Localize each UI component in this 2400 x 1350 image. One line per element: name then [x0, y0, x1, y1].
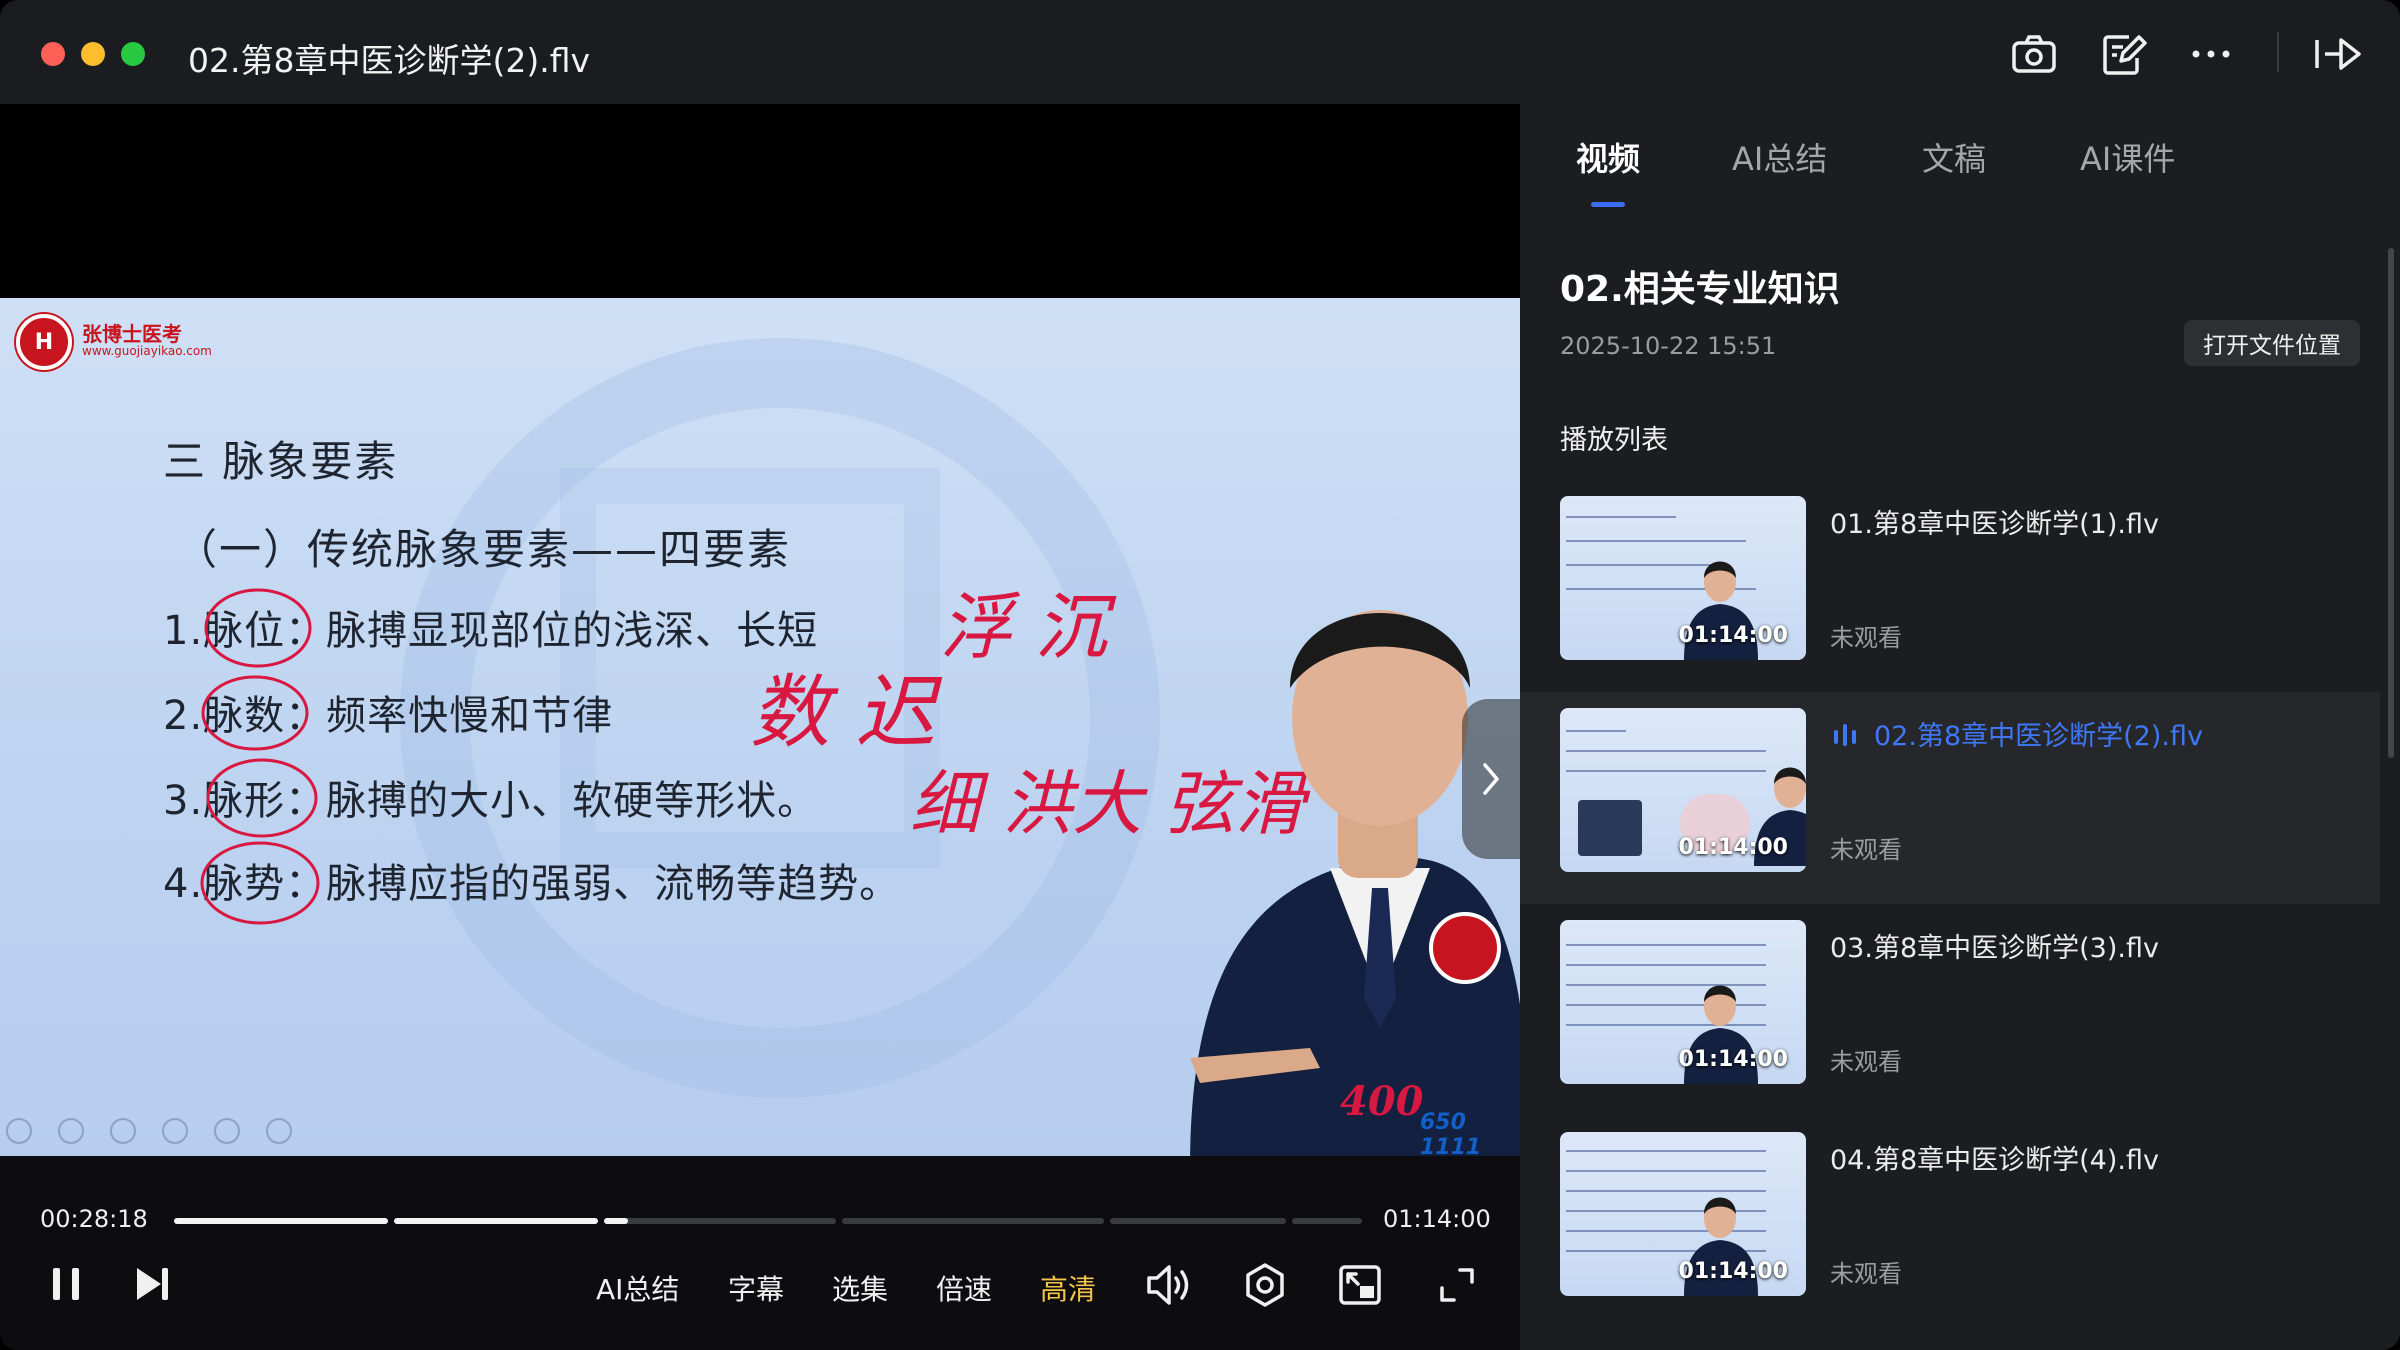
more-icon[interactable] — [2185, 28, 2237, 80]
chevron-right-icon — [1483, 763, 1499, 795]
edit-note-icon[interactable] — [2098, 28, 2150, 80]
volume-icon[interactable] — [1142, 1260, 1196, 1310]
chapter-segment[interactable] — [1110, 1218, 1286, 1224]
hotline-suffix: 650 1111 — [1420, 1110, 1482, 1156]
tab-video[interactable]: 视频 — [1576, 134, 1640, 180]
video-thumbnail: 01:14:00 — [1560, 708, 1806, 872]
playlist-item-title: 01.第8章中医诊断学(1).flv — [1830, 509, 2159, 540]
subtitles-button[interactable]: 字幕 — [728, 1268, 784, 1308]
collapse-panel-button[interactable] — [1462, 699, 1520, 859]
video-thumbnail: 01:14:00 — [1560, 1132, 1806, 1296]
tab-ai-courseware[interactable]: AI课件 — [2080, 134, 2175, 180]
open-file-location-button[interactable]: 打开文件位置 — [2184, 320, 2360, 366]
total-time: 01:14:00 — [1383, 1205, 1491, 1233]
hotline-number: 400 — [1340, 1078, 1424, 1125]
current-time: 00:28:18 — [40, 1205, 148, 1233]
slide-tool-icon — [214, 1118, 240, 1144]
slide-tool-icon — [58, 1118, 84, 1144]
slide-subtitle: （一）传统脉象要素——四要素 — [175, 525, 792, 574]
progress-fill — [604, 1218, 628, 1224]
slide-tool-icon — [6, 1118, 32, 1144]
ai-summary-button[interactable]: AI总结 — [596, 1268, 679, 1308]
side-panel: 视频 AI总结 文稿 AI课件 02.相关专业知识 2025-10-22 15:… — [1520, 104, 2400, 1350]
annotation-2: 数 迟 — [750, 666, 936, 759]
playlist-item[interactable]: 01:14:00 01.第8章中医诊断学(1).flv 未观看 — [1520, 480, 2380, 692]
folder-title: 02.相关专业知识 — [1560, 269, 1840, 310]
playlist-heading: 播放列表 — [1560, 425, 1668, 456]
watch-status: 未观看 — [1830, 836, 1902, 864]
progress-bar[interactable] — [174, 1218, 1362, 1224]
thumbnail-duration: 01:14:00 — [1678, 835, 1788, 860]
chapter-segment[interactable] — [394, 1218, 598, 1224]
picture-in-picture-icon[interactable] — [1334, 1260, 1386, 1310]
title-bar: 02.第8章中医诊断学(2).flv — [0, 0, 2400, 104]
fullscreen-icon[interactable] — [1432, 1260, 1482, 1310]
playlist-item[interactable]: 01:14:00 03.第8章中医诊断学(3).flv 未观看 — [1520, 904, 2380, 1116]
annotation-1: 浮 沉 — [940, 585, 1107, 669]
video-thumbnail: 01:14:00 — [1560, 496, 1806, 660]
settings-icon[interactable] — [1240, 1260, 1290, 1310]
chapter-segment[interactable] — [174, 1218, 388, 1224]
progress-fill — [394, 1218, 598, 1224]
playlist-item-title: 04.第8章中医诊断学(4).flv — [1830, 1145, 2159, 1176]
slide-tool-icon — [266, 1118, 292, 1144]
video-frame: H 张博士医考 www.guojiayikao.com 三 脉象要素 （一）传统… — [0, 298, 1520, 1156]
thumbnail-duration: 01:14:00 — [1678, 1259, 1788, 1284]
tab-transcript[interactable]: 文稿 — [1922, 134, 1986, 180]
active-tab-indicator — [1591, 202, 1625, 207]
tab-ai-summary[interactable]: AI总结 — [1732, 134, 1827, 180]
playlist-item-title: 03.第8章中医诊断学(3).flv — [1830, 933, 2159, 964]
chapter-segment[interactable] — [604, 1218, 836, 1224]
now-playing-icon — [1834, 724, 1856, 746]
brand-url: www.guojiayikao.com — [82, 344, 212, 358]
slide-title: 三 脉象要素 — [163, 437, 399, 486]
quality-button[interactable]: 高清 — [1040, 1268, 1096, 1308]
slide-tools — [6, 1118, 292, 1144]
chapter-segment[interactable] — [1292, 1218, 1362, 1224]
folder-date: 2025-10-22 15:51 — [1560, 332, 1777, 360]
speed-button[interactable]: 倍速 — [936, 1268, 992, 1308]
playlist-scrollbar[interactable] — [2388, 248, 2394, 758]
handwriting-circles — [200, 588, 320, 925]
pause-icon[interactable] — [46, 1262, 86, 1306]
playlist-item-title: 02.第8章中医诊断学(2).flv — [1874, 721, 2203, 752]
pin-window-icon[interactable] — [2312, 28, 2364, 80]
thumbnail-duration: 01:14:00 — [1678, 623, 1788, 648]
watch-status: 未观看 — [1830, 624, 1902, 652]
video-area[interactable]: H 张博士医考 www.guojiayikao.com 三 脉象要素 （一）传统… — [0, 104, 1520, 1156]
slide-tool-icon — [110, 1118, 136, 1144]
watch-status: 未观看 — [1830, 1048, 1902, 1076]
close-window-button[interactable] — [41, 42, 65, 66]
toolbar-separator — [2277, 32, 2279, 72]
progress-fill — [174, 1218, 388, 1224]
playlist-item[interactable]: 01:14:00 04.第8章中医诊断学(4).flv 未观看 — [1520, 1116, 2380, 1328]
brand-logo-icon: H — [16, 314, 72, 370]
camera-icon[interactable] — [2008, 28, 2060, 80]
thumbnail-duration: 01:14:00 — [1678, 1047, 1788, 1072]
slide-tool-icon — [162, 1118, 188, 1144]
episodes-button[interactable]: 选集 — [832, 1268, 888, 1308]
window-title: 02.第8章中医诊断学(2).flv — [188, 41, 591, 80]
minimize-window-button[interactable] — [81, 42, 105, 66]
brand-name: 张博士医考 — [82, 322, 182, 346]
watch-status: 未观看 — [1830, 1260, 1902, 1288]
video-thumbnail: 01:14:00 — [1560, 920, 1806, 1084]
chapter-segment[interactable] — [842, 1218, 1104, 1224]
next-episode-icon[interactable] — [130, 1262, 174, 1306]
player-window: 02.第8章中医诊断学(2).flv H 张博士医考 www.guojiayik… — [0, 0, 2400, 1350]
player-controls: 00:28:18 01:14:00 AI总结 字幕 选集 倍速 高清 — [0, 1156, 1520, 1350]
zoom-window-button[interactable] — [121, 42, 145, 66]
playlist-item-current[interactable]: 01:14:00 02.第8章中医诊断学(2).flv 未观看 — [1520, 692, 2380, 904]
